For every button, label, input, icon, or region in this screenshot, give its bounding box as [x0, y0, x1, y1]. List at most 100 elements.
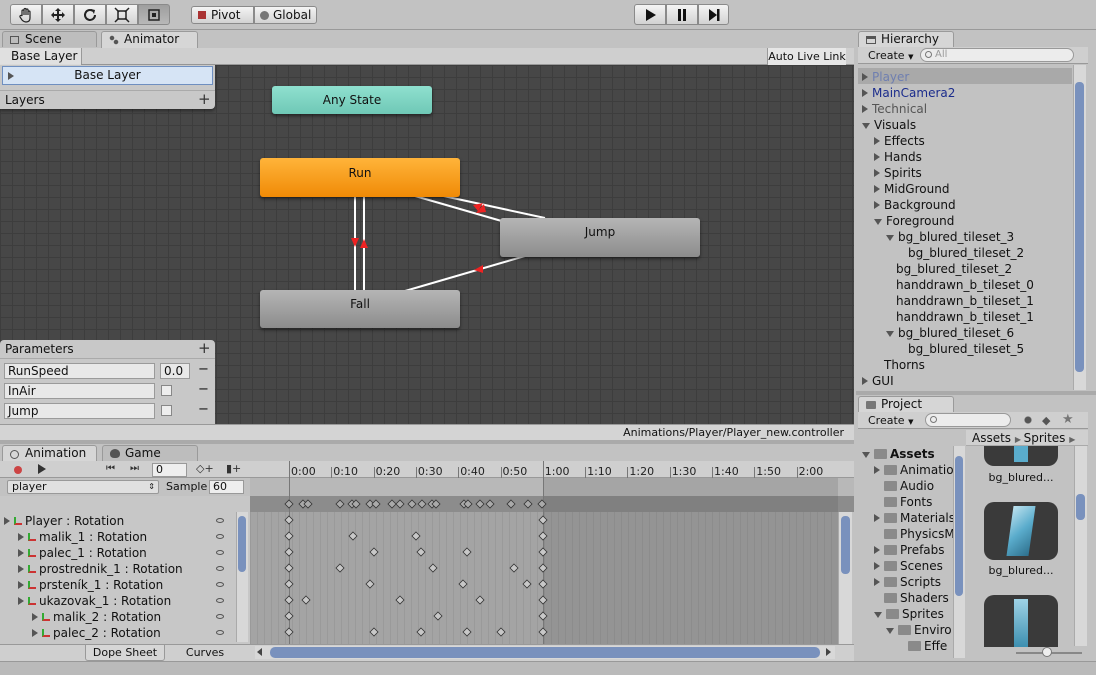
- animation-track[interactable]: palec_1 : Rotation: [0, 545, 236, 561]
- fold-right-icon[interactable]: [874, 153, 880, 161]
- fold-right-icon[interactable]: [874, 514, 880, 522]
- animation-track[interactable]: palec_2 : Rotation: [0, 625, 236, 641]
- sample-rate-field[interactable]: 60: [209, 480, 244, 494]
- scroll-right-icon[interactable]: [826, 648, 831, 656]
- parameter-bool-checkbox[interactable]: [161, 405, 172, 416]
- fold-right-icon[interactable]: [874, 137, 880, 145]
- visibility-eye-icon[interactable]: [216, 598, 224, 603]
- asset-thumbnail[interactable]: [984, 595, 1058, 647]
- keyframe[interactable]: [395, 595, 405, 605]
- animation-track[interactable]: ukazovak_1 : Rotation: [0, 593, 236, 609]
- keyframe[interactable]: [538, 515, 548, 525]
- keyframe[interactable]: [284, 611, 294, 621]
- fold-right-icon[interactable]: [874, 546, 880, 554]
- hierarchy-item[interactable]: GUI: [862, 373, 894, 389]
- fold-right-icon[interactable]: [32, 613, 38, 621]
- hierarchy-item[interactable]: Player: [862, 69, 909, 85]
- visibility-eye-icon[interactable]: [216, 582, 224, 587]
- project-search-input[interactable]: [925, 413, 1011, 427]
- keyframe[interactable]: [538, 563, 548, 573]
- project-folder[interactable]: Sprites: [874, 606, 944, 622]
- hierarchy-item[interactable]: Hands: [874, 149, 922, 165]
- state-any-state[interactable]: Any State: [272, 86, 432, 114]
- keyframe[interactable]: [538, 547, 548, 557]
- dopesheet-scroll-thumb[interactable]: [841, 516, 850, 574]
- project-folder[interactable]: Prefabs: [874, 542, 945, 558]
- project-folder[interactable]: Shaders: [874, 590, 949, 606]
- parameter-name-field[interactable]: Jump: [4, 403, 155, 419]
- visibility-eye-icon[interactable]: [216, 550, 224, 555]
- keyframe[interactable]: [371, 499, 381, 509]
- tab-dopesheet[interactable]: Dope Sheet: [85, 645, 165, 661]
- keyframe[interactable]: [284, 595, 294, 605]
- add-event-button[interactable]: ▮+: [226, 462, 241, 475]
- keyframe[interactable]: [395, 499, 405, 509]
- keyframe[interactable]: [433, 611, 443, 621]
- hierarchy-item[interactable]: handdrawn_b_tileset_1: [886, 293, 1034, 309]
- hierarchy-search-input[interactable]: All: [920, 48, 1074, 62]
- keyframe[interactable]: [303, 499, 313, 509]
- asset-label[interactable]: bg_blured...: [984, 471, 1058, 484]
- asset-grid-scrollbar[interactable]: [1074, 446, 1087, 646]
- fold-right-icon[interactable]: [18, 581, 24, 589]
- parameter-name-field[interactable]: InAir: [4, 383, 155, 399]
- hierarchy-item[interactable]: bg_blured_tileset_6: [886, 325, 1014, 341]
- tab-project[interactable]: Project: [858, 396, 954, 413]
- project-folder[interactable]: Audio: [874, 478, 934, 494]
- tab-curves[interactable]: Curves: [170, 645, 240, 661]
- keyframe[interactable]: [407, 499, 417, 509]
- hierarchy-item[interactable]: Effects: [874, 133, 925, 149]
- project-folder[interactable]: Animatio: [874, 462, 954, 478]
- fold-right-icon[interactable]: [874, 562, 880, 570]
- asset-grid-scroll-thumb[interactable]: [1076, 494, 1085, 520]
- fold-right-icon[interactable]: [862, 105, 868, 113]
- project-folder[interactable]: Scripts: [874, 574, 941, 590]
- fold-right-icon[interactable]: [32, 629, 38, 637]
- hierarchy-item[interactable]: Thorns: [874, 357, 925, 373]
- keyframe[interactable]: [284, 515, 294, 525]
- transition-arrow[interactable]: [351, 238, 359, 247]
- keyframe[interactable]: [411, 531, 421, 541]
- fold-down-icon[interactable]: [886, 628, 894, 634]
- fold-right-icon[interactable]: [874, 466, 880, 474]
- keyframe[interactable]: [538, 611, 548, 621]
- tab-animation[interactable]: Animation: [2, 445, 97, 461]
- project-folder[interactable]: PhysicsM: [874, 526, 955, 542]
- filter-type-icon[interactable]: [1022, 414, 1034, 426]
- project-folder[interactable]: Fonts: [874, 494, 932, 510]
- keyframe[interactable]: [284, 563, 294, 573]
- fold-right-icon[interactable]: [862, 377, 868, 385]
- project-create-button[interactable]: Create ▼: [862, 413, 914, 428]
- fold-down-icon[interactable]: [886, 235, 894, 241]
- keyframe[interactable]: [522, 579, 532, 589]
- hierarchy-item[interactable]: handdrawn_b_tileset_0: [886, 277, 1034, 293]
- fold-down-icon[interactable]: [886, 331, 894, 337]
- favorite-star-icon[interactable]: ★: [1062, 412, 1076, 427]
- add-keyframe-button[interactable]: ◇+: [196, 462, 214, 475]
- keyframe[interactable]: [284, 531, 294, 541]
- animation-track[interactable]: Player : Rotation: [0, 513, 236, 529]
- asset-thumbnail[interactable]: [984, 446, 1058, 466]
- fold-down-icon[interactable]: [862, 123, 870, 129]
- remove-parameter-button[interactable]: −: [198, 362, 209, 377]
- breadcrumb-assets[interactable]: Assets: [972, 431, 1011, 445]
- keyframe[interactable]: [537, 499, 547, 509]
- parameter-name-field[interactable]: RunSpeed: [4, 363, 155, 379]
- parameter-float-field[interactable]: 0.0: [160, 363, 190, 379]
- keyframe[interactable]: [335, 563, 345, 573]
- animation-track[interactable]: malik_2 : Rotation: [0, 609, 236, 625]
- tab-hierarchy[interactable]: Hierarchy: [858, 31, 954, 48]
- hierarchy-item[interactable]: Background: [874, 197, 956, 213]
- fold-down-icon[interactable]: [874, 219, 882, 225]
- hierarchy-item[interactable]: Spirits: [874, 165, 922, 181]
- fold-down-icon[interactable]: [874, 612, 882, 618]
- keyframe[interactable]: [475, 595, 485, 605]
- keyframe[interactable]: [369, 547, 379, 557]
- remove-parameter-button[interactable]: −: [198, 382, 209, 397]
- project-folder[interactable]: Assets: [862, 446, 935, 462]
- hierarchy-create-button[interactable]: Create ▼: [862, 48, 914, 63]
- visibility-eye-icon[interactable]: [216, 534, 224, 539]
- keyframe[interactable]: [475, 499, 485, 509]
- fold-right-icon[interactable]: [862, 89, 868, 97]
- folder-tree-scroll-thumb[interactable]: [955, 456, 963, 596]
